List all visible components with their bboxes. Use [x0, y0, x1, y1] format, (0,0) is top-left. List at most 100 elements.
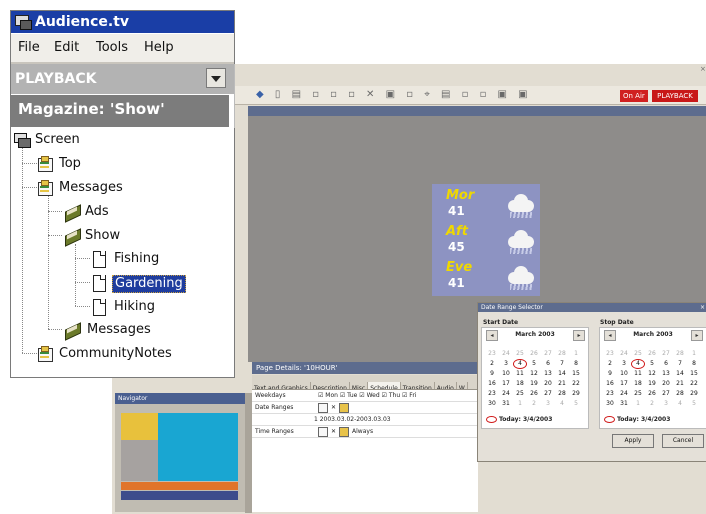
calendar-day[interactable]: 24 — [617, 350, 631, 358]
calendar-day[interactable]: 29 — [687, 390, 701, 398]
calendar-day[interactable]: 28 — [673, 390, 687, 398]
on-air-badge[interactable]: On Air — [620, 90, 648, 102]
calendar-day[interactable]: 24 — [499, 390, 513, 398]
calendar-day[interactable]: 8 — [687, 360, 701, 368]
tab-misc[interactable]: Misc — [350, 382, 369, 389]
calendar-day[interactable]: 3 — [541, 400, 555, 408]
calendar-day[interactable]: 19 — [645, 380, 659, 388]
calendar-day[interactable]: 8 — [569, 360, 583, 368]
calendar-day[interactable]: 1 — [631, 400, 645, 408]
calendar-day[interactable]: 4 — [555, 400, 569, 408]
splitter[interactable] — [245, 393, 252, 513]
tab-w[interactable]: W — [457, 382, 468, 389]
calendar-day[interactable]: 23 — [485, 390, 499, 398]
chevron-down-icon[interactable] — [206, 68, 226, 88]
calendar-day[interactable]: 26 — [527, 390, 541, 398]
calendar-day[interactable]: 24 — [617, 390, 631, 398]
calendar-day[interactable]: 18 — [631, 380, 645, 388]
next-month-button[interactable]: ▸ — [691, 330, 703, 341]
new-icon[interactable] — [318, 402, 328, 413]
calendar-day[interactable]: 3 — [499, 360, 513, 368]
calendar-day[interactable]: 22 — [687, 380, 701, 388]
calendar-day[interactable]: 17 — [499, 380, 513, 388]
calendar-day[interactable]: 7 — [673, 360, 687, 368]
calendar-day[interactable]: 4 — [673, 400, 687, 408]
calendar-day[interactable]: 23 — [603, 390, 617, 398]
calendar-day[interactable]: 21 — [673, 380, 687, 388]
calendar-day[interactable]: 2 — [645, 400, 659, 408]
calendar-day[interactable]: 24 — [499, 350, 513, 358]
prev-month-button[interactable]: ◂ — [604, 330, 616, 341]
calendar-day[interactable]: 3 — [659, 400, 673, 408]
calendar-day[interactable]: 6 — [541, 360, 555, 368]
calendar-day[interactable]: 30 — [603, 400, 617, 408]
calendar-day[interactable]: 15 — [687, 370, 701, 378]
calendar-day[interactable]: 5 — [527, 360, 541, 368]
calendar-day[interactable]: 1 — [569, 350, 583, 358]
tab-audio[interactable]: Audio — [435, 382, 457, 389]
calendar-day[interactable]: 10 — [617, 370, 631, 378]
delete-icon[interactable]: ✕ — [331, 428, 336, 435]
calendar-day[interactable]: 27 — [659, 390, 673, 398]
calendar-day[interactable]: 5 — [645, 360, 659, 368]
calendar-day[interactable]: 28 — [555, 350, 569, 358]
calendar-day[interactable]: 12 — [527, 370, 541, 378]
calendar-day[interactable]: 27 — [659, 350, 673, 358]
calendar-day[interactable]: 2 — [485, 360, 499, 368]
calendar-day[interactable]: 26 — [527, 350, 541, 358]
playback-badge[interactable]: PLAYBACK — [652, 90, 698, 102]
menu-edit[interactable]: Edit — [54, 40, 79, 55]
calendar-day[interactable]: 25 — [513, 350, 527, 358]
calendar-day[interactable]: 25 — [513, 390, 527, 398]
calendar-day[interactable]: 11 — [631, 370, 645, 378]
calendar-day[interactable]: 28 — [555, 390, 569, 398]
calendar-day[interactable]: 31 — [499, 400, 513, 408]
tab-description[interactable]: Description — [311, 382, 350, 389]
close-icon[interactable]: × — [700, 303, 705, 312]
calendar-day[interactable]: 9 — [485, 370, 499, 378]
calendar-day[interactable]: 29 — [569, 390, 583, 398]
toolbar-icons[interactable]: ◆ ▯ ▤ ▫ ▫ ▫ ✕ ▣ ▫ ⌖ ▤ ▫ ▫ ▣ ▣ — [256, 89, 532, 100]
weekdays-checkboxes[interactable]: ☑ Mon ☑ Tue ☑ Wed ☑ Thu ☑ Fri — [318, 390, 416, 401]
prev-month-button[interactable]: ◂ — [486, 330, 498, 341]
calendar-day[interactable]: 9 — [603, 370, 617, 378]
calendar-day[interactable]: 7 — [555, 360, 569, 368]
calendar-day[interactable]: 26 — [645, 350, 659, 358]
delete-icon[interactable]: ✕ — [331, 404, 336, 411]
calendar-day[interactable]: 23 — [603, 350, 617, 358]
calendar-day[interactable]: 20 — [541, 380, 555, 388]
calendar-day[interactable]: 19 — [527, 380, 541, 388]
tab-schedule[interactable]: Schedule — [368, 382, 401, 389]
calendar-day[interactable]: 3 — [617, 360, 631, 368]
calendar-day[interactable]: 18 — [513, 380, 527, 388]
next-month-button[interactable]: ▸ — [573, 330, 585, 341]
calendar-day[interactable]: 23 — [485, 350, 499, 358]
menu-file[interactable]: File — [18, 40, 40, 55]
calendar-day[interactable]: 2 — [603, 360, 617, 368]
calendar-day[interactable]: 13 — [659, 370, 673, 378]
menu-help[interactable]: Help — [144, 40, 174, 55]
edit-icon[interactable] — [339, 426, 350, 437]
calendar-day[interactable]: 6 — [659, 360, 673, 368]
calendar-day[interactable]: 27 — [541, 390, 555, 398]
calendar-day[interactable]: 28 — [673, 350, 687, 358]
calendar-day[interactable]: 20 — [659, 380, 673, 388]
calendar-day[interactable]: 14 — [673, 370, 687, 378]
apply-button[interactable]: Apply — [612, 434, 654, 448]
calendar-day[interactable]: 1 — [513, 400, 527, 408]
calendar-day[interactable]: 16 — [485, 380, 499, 388]
calendar-day[interactable]: 27 — [541, 350, 555, 358]
calendar-day[interactable]: 26 — [645, 390, 659, 398]
calendar-day[interactable]: 2 — [527, 400, 541, 408]
calendar-day[interactable]: 17 — [617, 380, 631, 388]
tab-transition[interactable]: Transition — [401, 382, 435, 389]
calendar-day[interactable]: 25 — [631, 390, 645, 398]
calendar-day[interactable]: 10 — [499, 370, 513, 378]
new-icon[interactable] — [318, 426, 328, 437]
date-range-entry[interactable]: 1 2003.03.02-2003.03.03 — [314, 414, 391, 425]
cancel-button[interactable]: Cancel — [662, 434, 704, 448]
calendar-today[interactable]: Today: 3/4/2003 — [604, 416, 670, 423]
calendar-day[interactable]: 5 — [569, 400, 583, 408]
calendar-day[interactable]: 12 — [645, 370, 659, 378]
calendar-day[interactable]: 15 — [569, 370, 583, 378]
